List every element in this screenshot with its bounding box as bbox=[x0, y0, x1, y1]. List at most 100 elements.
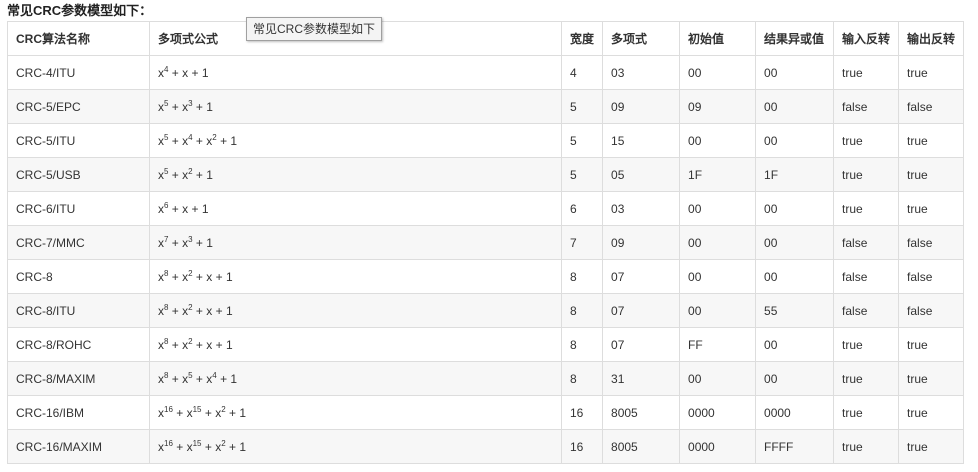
formula-term: 1 bbox=[239, 405, 247, 420]
cell-refout: true bbox=[898, 395, 965, 430]
cell-init: 00 bbox=[679, 191, 757, 226]
formula-exponent: 2 bbox=[188, 336, 193, 346]
cell-poly: 8005 bbox=[602, 395, 681, 430]
header-name: CRC算法名称 bbox=[7, 21, 150, 56]
cell-name: CRC-8/ROHC bbox=[7, 327, 150, 362]
formula-exponent: 4 bbox=[212, 370, 217, 380]
formula-term: 1 bbox=[225, 269, 233, 284]
cell-width: 16 bbox=[560, 395, 604, 430]
cell-refin: false bbox=[833, 89, 900, 124]
table-row: CRC-16/IBM x16 + x15 + x2 + 1 16 8005 0000 00… bbox=[7, 395, 965, 430]
table-row: CRC-4/ITU x4 + x + 1 4 03 00 00 true true bbox=[7, 55, 965, 90]
formula-exponent: 2 bbox=[221, 438, 226, 448]
cell-width: 4 bbox=[560, 55, 604, 90]
formula-term: x bbox=[182, 65, 189, 80]
cell-refout: false bbox=[898, 259, 965, 294]
cell-init: 0000 bbox=[679, 429, 757, 464]
cell-refin: true bbox=[833, 395, 900, 430]
cell-init: 1F bbox=[679, 157, 757, 192]
cell-init: 00 bbox=[679, 293, 757, 328]
formula-term: x bbox=[206, 303, 213, 318]
formula-term: 1 bbox=[230, 133, 238, 148]
cell-refout: true bbox=[898, 123, 965, 158]
cell-xorout: 00 bbox=[755, 361, 835, 396]
cell-xorout: 55 bbox=[755, 293, 835, 328]
formula-term: 1 bbox=[206, 167, 213, 182]
formula-exponent: 5 bbox=[164, 132, 169, 142]
cell-refin: false bbox=[833, 259, 900, 294]
table-row: CRC-16/MAXIM x16 + x15 + x2 + 1 16 8005 0000… bbox=[7, 429, 965, 464]
header-refin: 输入反转 bbox=[833, 21, 900, 56]
table-row: CRC-8 x8 + x2 + x + 1 8 07 00 00 false false bbox=[7, 259, 965, 294]
formula-term: 1 bbox=[239, 439, 247, 454]
cell-init: 00 bbox=[679, 259, 757, 294]
cell-width: 5 bbox=[560, 123, 604, 158]
cell-name: CRC-8 bbox=[7, 259, 150, 294]
cell-xorout: 00 bbox=[755, 123, 835, 158]
cell-poly: 03 bbox=[602, 55, 681, 90]
cell-refin: true bbox=[833, 191, 900, 226]
cell-init: FF bbox=[679, 327, 757, 362]
formula-exponent: 2 bbox=[221, 404, 226, 414]
cell-poly: 09 bbox=[602, 89, 681, 124]
cell-name: CRC-5/USB bbox=[7, 157, 150, 192]
cell-xorout: 0000 bbox=[755, 395, 835, 430]
cell-width: 5 bbox=[560, 89, 604, 124]
cell-xorout: 00 bbox=[755, 89, 835, 124]
formula-exponent: 3 bbox=[188, 234, 193, 244]
cell-poly: 05 bbox=[602, 157, 681, 192]
cell-refin: true bbox=[833, 55, 900, 90]
cell-formula: x6 + x + 1 bbox=[149, 191, 562, 226]
cell-init: 09 bbox=[679, 89, 757, 124]
cell-refout: true bbox=[898, 191, 965, 226]
cell-name: CRC-4/ITU bbox=[7, 55, 150, 90]
formula-exponent: 6 bbox=[164, 200, 169, 210]
table-row: CRC-6/ITU x6 + x + 1 6 03 00 00 true true bbox=[7, 191, 965, 226]
cell-refout: true bbox=[898, 55, 965, 90]
header-width: 宽度 bbox=[560, 21, 604, 56]
cell-poly: 8005 bbox=[602, 429, 681, 464]
cell-init: 00 bbox=[679, 123, 757, 158]
cell-refin: false bbox=[833, 293, 900, 328]
formula-exponent: 5 bbox=[164, 98, 169, 108]
formula-exponent: 15 bbox=[192, 438, 202, 448]
formula-exponent: 5 bbox=[188, 370, 193, 380]
table-header-row: CRC算法名称 多项式公式 宽度 多项式 初始值 结果异或值 输入反转 输出反转 bbox=[7, 21, 965, 56]
cell-formula: x8 + x5 + x4 + 1 bbox=[149, 361, 562, 396]
formula-exponent: 16 bbox=[164, 404, 173, 414]
formula-term: 1 bbox=[201, 65, 209, 80]
cell-refin: true bbox=[833, 123, 900, 158]
cell-xorout: 1F bbox=[755, 157, 835, 192]
formula-term: x bbox=[206, 269, 213, 284]
formula-term: 1 bbox=[201, 201, 209, 216]
table-row: CRC-5/USB x5 + x2 + 1 5 05 1F 1F true true bbox=[7, 157, 965, 192]
cell-xorout: 00 bbox=[755, 225, 835, 260]
cell-refout: false bbox=[898, 225, 965, 260]
cell-refin: true bbox=[833, 429, 900, 464]
cell-refout: false bbox=[898, 89, 965, 124]
formula-exponent: 2 bbox=[188, 166, 193, 176]
formula-exponent: 8 bbox=[164, 370, 169, 380]
cell-formula: x8 + x2 + x + 1 bbox=[149, 327, 562, 362]
cell-name: CRC-16/MAXIM bbox=[7, 429, 150, 464]
header-init: 初始值 bbox=[679, 21, 757, 56]
cell-width: 8 bbox=[560, 361, 604, 396]
cell-init: 00 bbox=[679, 55, 757, 90]
formula-term: x bbox=[182, 201, 189, 216]
cell-poly: 07 bbox=[602, 327, 681, 362]
cell-xorout: FFFF bbox=[755, 429, 835, 464]
cell-formula: x8 + x2 + x + 1 bbox=[149, 293, 562, 328]
cell-formula: x8 + x2 + x + 1 bbox=[149, 259, 562, 294]
cell-init: 00 bbox=[679, 225, 757, 260]
cell-xorout: 00 bbox=[755, 327, 835, 362]
cell-refout: true bbox=[898, 429, 965, 464]
formula-term: 1 bbox=[230, 371, 238, 386]
formula-exponent: 2 bbox=[188, 268, 193, 278]
formula-term: 1 bbox=[225, 337, 233, 352]
cell-formula: x16 + x15 + x2 + 1 bbox=[149, 395, 562, 430]
page-title: 常见CRC参数模型如下： bbox=[7, 3, 153, 18]
cell-name: CRC-5/ITU bbox=[7, 123, 150, 158]
cell-poly: 07 bbox=[602, 293, 681, 328]
cell-poly: 07 bbox=[602, 259, 681, 294]
formula-exponent: 7 bbox=[164, 234, 169, 244]
